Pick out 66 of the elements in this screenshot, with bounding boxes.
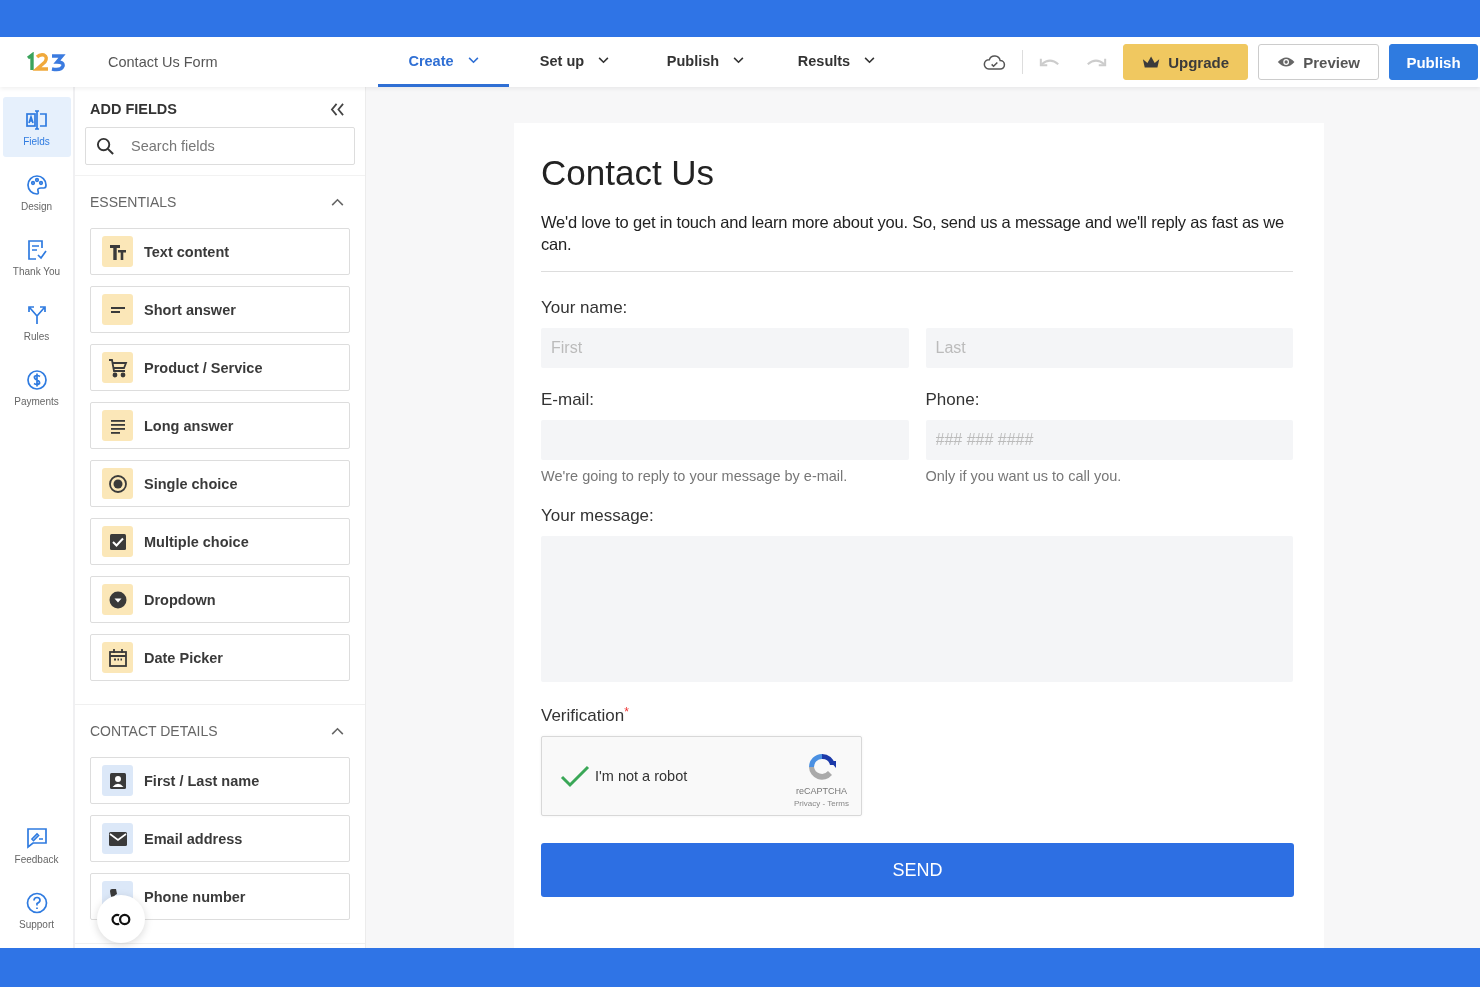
field-label: Verification <box>541 706 625 726</box>
section-title: CONTACT DETAILS <box>90 723 218 739</box>
rail-support-tab[interactable]: Support <box>2 880 71 940</box>
panel-title: ADD FIELDS <box>90 101 177 117</box>
crown-icon <box>1142 55 1161 69</box>
chevron-icon[interactable] <box>331 727 344 735</box>
feedback-icon <box>24 825 49 850</box>
preview-button[interactable]: Preview <box>1258 44 1379 80</box>
upgrade-button[interactable]: Upgrade <box>1123 44 1248 80</box>
rail-thanks-tab[interactable]: Thank You <box>2 227 71 287</box>
text-input[interactable]: Last <box>925 328 1293 368</box>
field-label: Your message: <box>541 506 655 526</box>
field-type-item[interactable]: Email address <box>90 815 350 862</box>
nav-tab[interactable]: Set up <box>509 37 640 87</box>
field-type-item[interactable]: Text content <box>90 228 350 275</box>
form-name: Contact Us Form <box>108 54 219 70</box>
search-icon <box>96 136 115 156</box>
field-type-item[interactable]: First / Last name <box>90 757 350 804</box>
co-browse-button[interactable] <box>97 895 145 943</box>
required-mark: * <box>624 706 629 718</box>
payments-icon <box>24 367 49 392</box>
captcha-label: I'm not a robot <box>595 768 689 784</box>
field-hint: We're going to reply to your message by e-mail. <box>541 468 849 484</box>
fields-icon <box>24 107 49 132</box>
cloud-check-icon[interactable] <box>983 53 1006 71</box>
rail-design-tab[interactable]: Design <box>2 162 71 222</box>
field-label: Phone: <box>925 390 981 410</box>
form-intro: We'd love to get in touch and learn more about you. So, send us a message and we'll reply as fast as we can. <box>541 212 1285 255</box>
captcha-links[interactable]: Privacy - Terms <box>794 798 849 808</box>
field-type-item[interactable]: Dropdown <box>90 576 350 623</box>
send-button[interactable]: SEND <box>541 843 1294 897</box>
rail-rules-tab[interactable]: Rules <box>2 292 71 352</box>
field-type-item[interactable]: Single choice <box>90 460 350 507</box>
chevron-icon <box>864 57 876 64</box>
rail-payments-tab[interactable]: Payments <box>2 357 71 417</box>
rail-feedback-tab[interactable]: Feedback <box>2 815 71 875</box>
publish-button[interactable]: Publish <box>1389 44 1478 80</box>
design-icon <box>24 172 49 197</box>
captcha-brand: reCAPTCHA <box>796 785 847 796</box>
chevron-icon <box>598 57 610 64</box>
nav-tab[interactable]: Results <box>771 37 902 87</box>
field-type-item[interactable]: Long answer <box>90 402 350 449</box>
field-label: Your name: <box>541 298 629 318</box>
rings-icon <box>109 912 133 926</box>
text-input[interactable]: ### ### #### <box>925 420 1293 460</box>
captcha-checkbox[interactable] <box>560 764 590 788</box>
eye-icon <box>1277 55 1296 69</box>
chevron-icon[interactable] <box>331 198 344 206</box>
collapse-icon[interactable] <box>330 102 345 116</box>
search-box[interactable]: Search fields <box>85 127 355 165</box>
form-title: Contact Us <box>541 153 716 193</box>
support-icon <box>24 890 49 915</box>
field-type-item[interactable]: Phone number <box>90 873 350 920</box>
field-type-item[interactable]: Multiple choice <box>90 518 350 565</box>
text-input[interactable]: First <box>541 328 909 368</box>
section-title: ESSENTIALS <box>90 194 177 210</box>
chevron-icon <box>733 57 745 64</box>
field-label: E-mail: <box>541 390 595 410</box>
field-hint: Only if you want us to call you. <box>925 468 1123 484</box>
nav-tab[interactable]: Create <box>378 37 509 87</box>
field-type-item[interactable]: Short answer <box>90 286 350 333</box>
rail-fields-tab[interactable]: Fields <box>2 97 71 157</box>
chevron-icon <box>467 57 479 64</box>
field-type-item[interactable]: Product / Service <box>90 344 350 391</box>
nav-tab[interactable]: Publish <box>640 37 771 87</box>
field-type-item[interactable]: Date Picker <box>90 634 350 681</box>
